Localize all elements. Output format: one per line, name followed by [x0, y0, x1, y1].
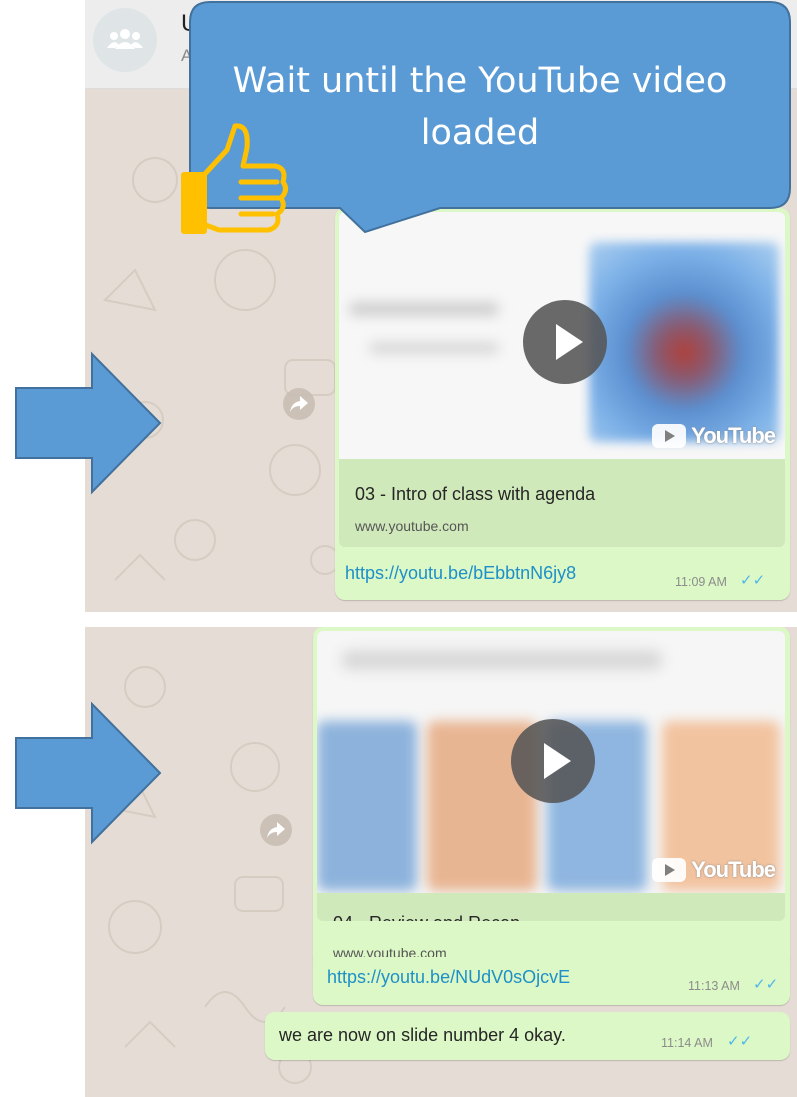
- thumbnail-image: [589, 242, 779, 442]
- thumbnail-blur: [369, 342, 499, 354]
- thumbnail-image: [317, 721, 417, 891]
- video-message-bubble-footer[interactable]: https://youtu.be/NUdV0sOjcvE 11:13 AM ✓✓: [313, 957, 790, 1005]
- video-message-bubble[interactable]: YouTube 04 - Review and Recap www.youtub…: [313, 627, 790, 967]
- video-title[interactable]: 04 - Review and Recap: [333, 913, 520, 921]
- forward-button[interactable]: [260, 814, 292, 846]
- link-preview-card[interactable]: YouTube 04 - Review and Recap: [317, 631, 785, 921]
- link-preview-card[interactable]: YouTube 03 - Intro of class with agenda …: [339, 212, 785, 547]
- text-message-bubble[interactable]: we are now on slide number 4 okay. 11:14…: [265, 1012, 790, 1060]
- thumbs-up-icon: [181, 123, 289, 234]
- message-text: we are now on slide number 4 okay.: [279, 1025, 566, 1045]
- right-arrow-icon: [15, 701, 162, 845]
- double-tick-icon: ✓✓: [740, 572, 766, 589]
- message-time: 11:13 AM: [688, 979, 740, 993]
- video-title[interactable]: 03 - Intro of class with agenda: [355, 484, 595, 505]
- thumbnail-blur: [342, 651, 662, 669]
- right-arrow-icon: [15, 351, 162, 495]
- forward-icon: [267, 822, 285, 838]
- double-tick-icon: ✓✓: [753, 976, 779, 993]
- message-time: 11:14 AM: [661, 1036, 713, 1050]
- thumbnail-blur: [349, 302, 499, 316]
- youtube-logo-icon: YouTube: [652, 421, 776, 451]
- video-domain: www.youtube.com: [355, 518, 469, 534]
- video-message-bubble[interactable]: YouTube 03 - Intro of class with agenda …: [335, 208, 790, 600]
- forward-icon: [290, 396, 308, 412]
- youtube-logo-icon: YouTube: [652, 855, 776, 885]
- forward-button[interactable]: [283, 388, 315, 420]
- play-icon[interactable]: [511, 719, 595, 803]
- message-time: 11:09 AM: [675, 575, 727, 589]
- chat-screenshot-bottom: YouTube 04 - Review and Recap www.youtub…: [85, 627, 797, 1097]
- video-link[interactable]: https://youtu.be/NUdV0sOjcvE: [327, 967, 570, 988]
- video-thumbnail[interactable]: YouTube: [317, 631, 785, 893]
- double-tick-icon: ✓✓: [727, 1033, 753, 1050]
- play-icon[interactable]: [523, 300, 607, 384]
- video-link[interactable]: https://youtu.be/bEbbtnN6jy8: [345, 563, 576, 584]
